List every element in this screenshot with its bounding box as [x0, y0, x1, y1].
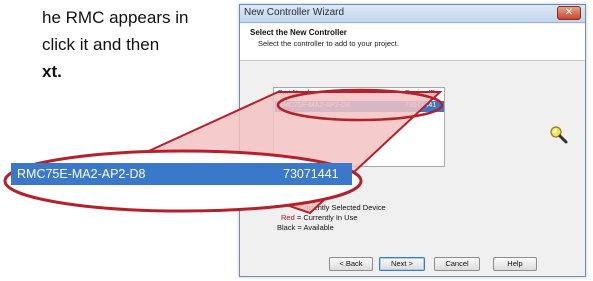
help-button[interactable]: Help	[493, 257, 537, 271]
window-title: New Controller Wizard	[244, 7, 345, 18]
instruction-line-3: xt.	[42, 62, 62, 81]
wizard-step-subtitle: Select the controller to add to your pro…	[258, 39, 399, 48]
device-part-number: RMC75E-MA2-AP2-D8	[278, 102, 350, 109]
new-controller-wizard-dialog: New Controller Wizard ✕ Select the New C…	[239, 4, 586, 277]
zoomed-selected-row: RMC75E-MA2-AP2-D8 73071441	[11, 163, 352, 185]
device-id: 73071441	[405, 102, 437, 109]
back-button[interactable]: < Back	[329, 257, 373, 271]
device-list-header: Part Number Device ID	[274, 88, 444, 101]
close-icon: ✕	[564, 7, 574, 18]
legend-red-word: Red	[281, 213, 295, 222]
legend-in-use: Red = Currently In Use	[281, 213, 358, 222]
legend-available: Black = Available	[277, 223, 334, 232]
wizard-header: Select the New Controller Select the con…	[240, 24, 585, 61]
wizard-step-title: Select the New Controller	[250, 28, 347, 37]
zoomed-part-number: RMC75E-MA2-AP2-D8	[17, 167, 146, 181]
cancel-button[interactable]: Cancel	[434, 257, 480, 271]
column-header-device-id[interactable]: Device ID	[405, 90, 435, 97]
column-header-part-number[interactable]: Part Number	[278, 90, 318, 97]
device-row-selected[interactable]: RMC75E-MA2-AP2-D8 73071441	[275, 101, 444, 112]
legend-in-use-text: = Currently In Use	[294, 213, 358, 222]
device-list[interactable]: Part Number Device ID RMC75E-MA2-AP2-D8 …	[273, 87, 445, 167]
instruction-line-2: click it and then	[42, 35, 160, 54]
zoomed-device-id: 73071441	[283, 167, 339, 181]
magnifier-icon	[550, 126, 568, 144]
instruction-line-1: he RMC appears in	[42, 8, 189, 27]
close-button[interactable]: ✕	[557, 6, 581, 20]
next-button[interactable]: Next >	[379, 257, 425, 271]
legend-selected: Currently Selected Device	[299, 203, 386, 212]
title-bar[interactable]: New Controller Wizard ✕	[240, 5, 585, 23]
